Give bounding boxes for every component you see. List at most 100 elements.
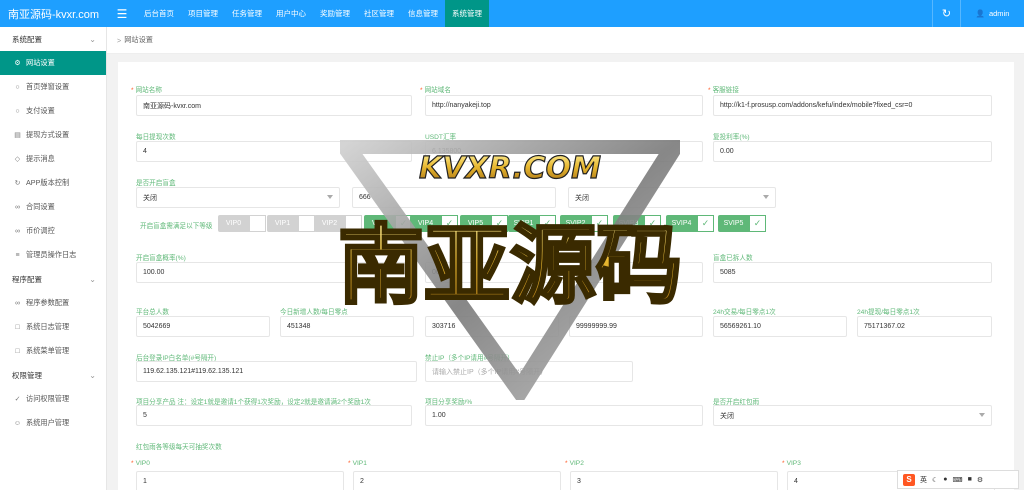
skin-icon[interactable]: ■ [968, 476, 972, 483]
sogou-icon[interactable]: S [903, 473, 915, 486]
stat4-input[interactable]: 99999999.99 [569, 316, 703, 337]
level-checkbox[interactable]: SVIP2 ✓ [560, 215, 608, 232]
chevron-down-icon [327, 195, 333, 199]
box-prob-label: 开启盲盒概率(%) [136, 255, 186, 262]
split-count-input[interactable]: 5085 [713, 262, 992, 283]
sidebar-item[interactable]: ∞ 程序参数配置 [0, 291, 106, 315]
stat3-input[interactable]: 303716 [425, 316, 559, 337]
level-chip-label: VIP3 [364, 215, 395, 232]
refresh-icon: ↻ [14, 180, 21, 187]
hamburger-icon[interactable]: ☰ [107, 0, 137, 27]
usdt-rate-label: USDT汇率 [425, 134, 457, 141]
user-name: admin [988, 9, 1010, 18]
link-icon: ∞ [15, 203, 20, 211]
top-bar: 南亚源码-kvxr.com ☰ 后台首页 项目管理 任务管理 用户中心 奖励管理 社区管理… [0, 0, 1024, 27]
tag-icon: ◇ [14, 156, 21, 163]
level-checkbox[interactable]: VIP4 ✓ [410, 215, 458, 232]
share-reward-input[interactable]: 1.00 [425, 405, 703, 426]
level-checkbox[interactable]: VIP5 ✓ [460, 215, 508, 232]
check-icon: ✓ [697, 215, 714, 232]
vip-count-label: * VIP1 [348, 460, 367, 467]
sidebar-item[interactable]: ∞ 币价调控 [0, 219, 106, 243]
sidebar-item[interactable]: □ 系统日志管理 [0, 315, 106, 339]
nav-item[interactable]: 信息管理 [401, 0, 445, 27]
keyboard-icon[interactable]: ⌨ [953, 476, 963, 484]
level-checkbox[interactable]: SVIP5 ✓ [718, 215, 766, 232]
share-product-input[interactable]: 5 [136, 405, 412, 426]
daily-withdraw-input[interactable]: 4 [136, 141, 412, 162]
link-icon: ∞ [15, 227, 20, 235]
withdraw-24h-input[interactable]: 75171367.02 [857, 316, 992, 337]
sidebar-item[interactable]: ◇ 提示消息 [0, 147, 106, 171]
check-icon: ✓ [491, 215, 508, 232]
user-menu[interactable]: 👤 admin [960, 0, 1024, 27]
open-box-select[interactable]: 关闭 [136, 187, 340, 208]
mid-value-input[interactable]: 666 [352, 187, 556, 208]
red-packet-select[interactable]: 关闭 [713, 405, 992, 426]
ime-lang[interactable]: 英 [920, 475, 927, 485]
sidebar-item[interactable]: ↻ APP版本控制 [0, 171, 106, 195]
today-new-label: 今日新增人数/每日零点 [280, 309, 348, 316]
sidebar-item[interactable]: ☺ 系统用户管理 [0, 411, 106, 435]
login-ip-input[interactable]: 119.62.135.121#119.62.135.121 [136, 361, 417, 382]
sidebar-item[interactable]: ▤ 提现方式设置 [0, 123, 106, 147]
level-checkbox[interactable]: SVIP1 ✓ [508, 215, 556, 232]
site-name-input[interactable]: 南亚源码-kvxr.com [136, 95, 412, 116]
site-domain-input[interactable]: http://nanyakeji.top [425, 95, 703, 116]
vip-count-input[interactable]: 1 [136, 471, 344, 490]
sidebar-group[interactable]: 权限管理 ⌄ [0, 363, 106, 387]
link-icon: ∞ [15, 299, 20, 307]
nav-item[interactable]: 项目管理 [181, 0, 225, 27]
sidebar-group[interactable]: 系统配置 ⌄ [0, 27, 106, 51]
sidebar-item[interactable]: ≡ 管理员操作日志 [0, 243, 106, 267]
moon-icon[interactable]: ☾ [932, 476, 938, 484]
mid-prob-input[interactable]: 005 [425, 262, 703, 283]
level-checkbox[interactable]: VIP1 [267, 215, 315, 232]
service-link-input[interactable]: http://k1-f.prosusp.com/addons/kefu/inde… [713, 95, 992, 116]
vip-count-input[interactable]: 3 [570, 471, 778, 490]
trade-24h-input[interactable]: 56569261.10 [713, 316, 847, 337]
nav-item[interactable]: 用户中心 [269, 0, 313, 27]
level-checkbox[interactable]: SVIP3 ✓ [613, 215, 661, 232]
doc-icon: □ [15, 347, 20, 355]
compound-rate-input[interactable]: 0.00 [713, 141, 992, 162]
usdt-rate-input[interactable]: 6.135800 [425, 141, 703, 162]
ime-toolbar: S 英 ☾ ● ⌨ ■ ⚙ [897, 470, 1019, 489]
vip-count-label: * VIP3 [782, 460, 801, 467]
level-checkbox[interactable]: VIP2 [314, 215, 362, 232]
today-new-input[interactable]: 451348 [280, 316, 414, 337]
nav-item[interactable]: 任务管理 [225, 0, 269, 27]
level-chip-label: VIP4 [410, 215, 441, 232]
level-checkbox[interactable]: SVIP4 ✓ [666, 215, 714, 232]
ban-ip-input[interactable]: 请输入禁止IP（多个IP请用#号隔开） [425, 361, 633, 382]
gear-icon: ⚙ [14, 60, 21, 67]
mid-select[interactable]: 关闭 [568, 187, 776, 208]
nav-item[interactable]: 系统管理 [445, 0, 489, 27]
mic-icon[interactable]: ● [943, 476, 947, 483]
box-prob-input[interactable]: 100.00 [136, 262, 412, 283]
sidebar-item[interactable]: ✓ 访问权限管理 [0, 387, 106, 411]
level-chip-label: VIP5 [460, 215, 491, 232]
level-checkbox[interactable]: VIP0 [218, 215, 266, 232]
sidebar-item[interactable]: ○ 支付设置 [0, 99, 106, 123]
sidebar-item-label: 首页弹窗设置 [26, 82, 70, 91]
sidebar-item[interactable]: □ 系统菜单管理 [0, 339, 106, 363]
log-icon: ≡ [15, 251, 20, 259]
vip-count-input[interactable]: 2 [353, 471, 561, 490]
open-box-value: 关闭 [143, 194, 157, 202]
nav-item[interactable]: 社区管理 [357, 0, 401, 27]
platform-total-input[interactable]: 5042669 [136, 316, 270, 337]
tools-icon[interactable]: ⚙ [977, 476, 983, 484]
check-icon: ✓ [441, 215, 458, 232]
sidebar-item[interactable]: ○ 首页弹窗设置 [0, 75, 106, 99]
platform-total-label: 平台总人数 [136, 309, 169, 316]
sidebar-group[interactable]: 程序配置 ⌄ [0, 267, 106, 291]
sidebar-item[interactable]: ⚙ 网站设置 [0, 51, 106, 75]
nav-item[interactable]: 奖励管理 [313, 0, 357, 27]
sidebar-item[interactable]: ∞ 合同设置 [0, 195, 106, 219]
sidebar-item-label: 管理员操作日志 [26, 250, 77, 259]
nav-item[interactable]: 后台首页 [137, 0, 181, 27]
refresh-icon[interactable]: ↻ [932, 0, 960, 27]
brand-logo[interactable]: 南亚源码-kvxr.com [0, 0, 107, 27]
level-checkbox[interactable]: VIP3 ✓ [364, 215, 412, 232]
